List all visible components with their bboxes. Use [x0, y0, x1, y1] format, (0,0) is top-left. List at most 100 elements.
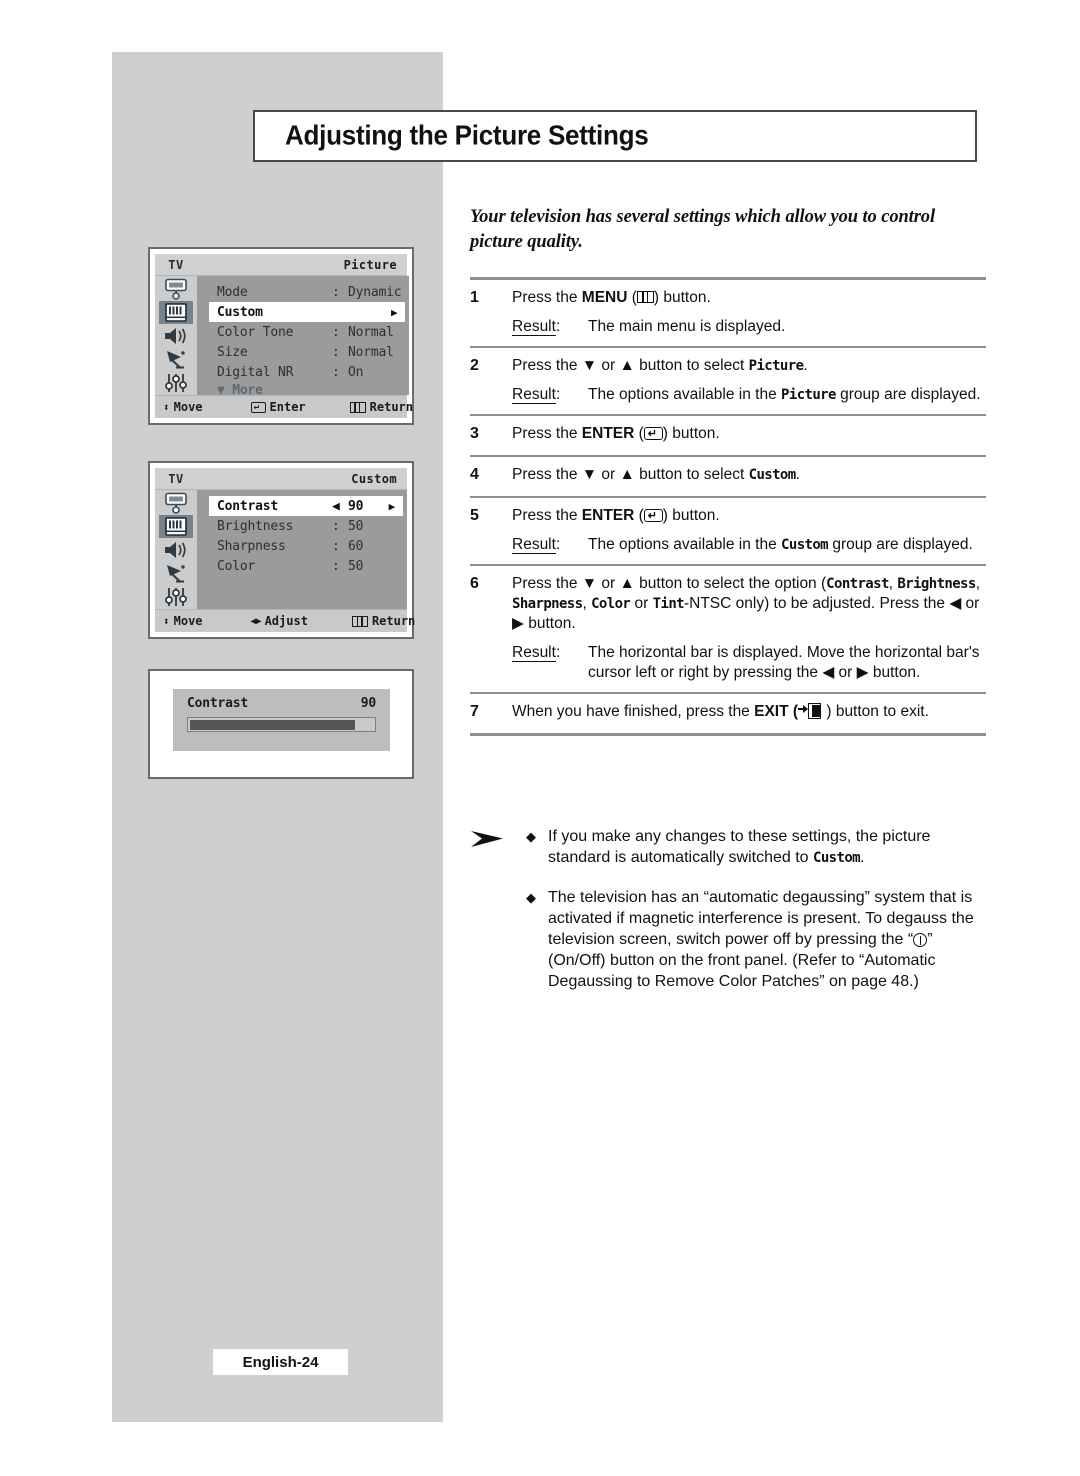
enter-icon: ↵ — [643, 427, 663, 440]
osd-row-colon: : — [332, 558, 340, 574]
step-text-post: button. — [659, 289, 711, 306]
picture-icon[interactable] — [159, 301, 193, 324]
result-label: Result: — [512, 318, 561, 336]
osd-row-color-tone[interactable]: Color Tone : Normal — [197, 322, 409, 342]
menu-icon — [349, 401, 366, 413]
step-text: When you have finished, press the EXIT (… — [512, 703, 929, 720]
enter-button-label: ENTER — [581, 507, 635, 524]
intro-paragraph: Your television has several settings whi… — [470, 207, 935, 252]
step-7: 7 When you have finished, press the EXIT… — [470, 694, 986, 733]
custom-keyword: Custom — [781, 537, 829, 553]
result-row: Result: The options available in the Cus… — [512, 535, 986, 555]
contrast-keyword: Contrast — [826, 576, 889, 592]
step-6: 6 Press the ▼ or ▲ button to select the … — [470, 566, 986, 692]
sound-icon[interactable] — [159, 324, 193, 348]
leftright-arrow-icon: ◀▶ — [250, 615, 262, 627]
osd-row-label: Brightness — [217, 518, 294, 534]
osd-row-colon: : — [332, 518, 340, 534]
chevron-right-icon: ▶ — [390, 305, 398, 319]
step-text-pre: Press the ▼ or ▲ button to select — [512, 357, 749, 374]
enter-button-label: ENTER — [581, 425, 635, 442]
osd-custom-menu: TV Custom Contrast ◀ 90 ▶ Brightness: 5… — [148, 461, 415, 639]
picture-keyword: Picture — [781, 387, 836, 403]
step-number: 3 — [470, 425, 479, 442]
note-text: The television has an “automatic degauss… — [548, 889, 974, 990]
updown-arrow-icon: ⬍ — [163, 614, 170, 628]
osd-row-size[interactable]: Size : Normal — [197, 342, 409, 362]
result-row: Result: The options available in the Pic… — [512, 385, 986, 405]
menu-icon — [351, 615, 368, 627]
color-keyword: Color — [591, 596, 631, 612]
osd-row-digital-nr[interactable]: Digital NR : On — [197, 362, 409, 382]
custom-keyword: Custom — [748, 467, 797, 483]
contrast-bar-value: 90 — [360, 696, 376, 711]
osd-row-sharpness[interactable]: Sharpness : 60 — [197, 536, 407, 556]
setup-icon[interactable] — [159, 585, 193, 609]
updown-arrow-icon: ⬍ — [163, 400, 170, 414]
osd-row-label: Size — [217, 344, 248, 360]
channel-icon[interactable] — [159, 492, 193, 515]
note-text: If you make any changes to these setting… — [548, 828, 931, 866]
osd-row-value: 60 — [348, 538, 364, 554]
contrast-bar-label: Contrast — [187, 696, 249, 711]
tint-keyword: Tint — [652, 596, 685, 612]
step-text-pre: Press the — [512, 507, 582, 524]
osd-tv-label: TV — [168, 471, 184, 486]
osd-row-brightness[interactable]: Brightness : 50 — [197, 516, 407, 536]
channel-icon[interactable] — [159, 278, 193, 301]
osd-return-hint: Return — [349, 400, 413, 414]
result-text: The options available in the Custom grou… — [588, 536, 973, 553]
step-text-pre: Press the — [512, 289, 582, 306]
notes-block: ◆ If you make any changes to these setti… — [470, 826, 986, 1010]
brightness-keyword: Brightness — [897, 576, 976, 592]
diamond-bullet-icon: ◆ — [526, 829, 536, 844]
step-text: Press the ▼ or ▲ button to select Pictur… — [512, 356, 986, 376]
note-arrow-icon — [470, 826, 526, 1010]
step-text: Press the ▼ or ▲ button to select Custom… — [512, 465, 986, 485]
satellite-icon[interactable] — [159, 562, 193, 585]
osd-row-label: Contrast — [217, 498, 279, 514]
step-text-pre: Press the — [512, 425, 582, 442]
satellite-icon[interactable] — [159, 348, 193, 371]
picture-icon[interactable] — [159, 515, 193, 538]
osd-row-colon: : — [332, 538, 340, 554]
osd-row-label: Color — [217, 558, 256, 574]
chevron-left-icon: ◀ — [332, 498, 340, 514]
osd-row-color[interactable]: Color : 50 — [197, 556, 407, 576]
note-item: ◆ If you make any changes to these setti… — [526, 826, 986, 869]
page-title-box: Adjusting the Picture Settings — [253, 110, 977, 162]
osd-row-label: Mode — [217, 284, 248, 300]
step-number: 5 — [470, 507, 479, 524]
osd-row-mode[interactable]: Mode : Dynamic — [197, 282, 409, 302]
page-footer-box: English-24 — [213, 1349, 348, 1375]
osd-row-colon: : — [332, 324, 340, 340]
osd-row-label: Color Tone — [217, 324, 294, 340]
note-item: ◆ The television has an “automatic degau… — [526, 887, 986, 992]
osd-row-value: Normal — [348, 344, 394, 360]
step-number: 2 — [470, 357, 479, 374]
osd-move-label: Move — [173, 614, 203, 628]
step-5: 5 Press the ENTER (↵) button. Result: Th… — [470, 498, 986, 564]
step-text-post: . — [803, 357, 808, 374]
sharpness-keyword: Sharpness — [512, 596, 583, 612]
setup-icon[interactable] — [159, 371, 193, 395]
result-text: The horizontal bar is displayed. Move th… — [588, 644, 980, 681]
osd-row-label: Custom — [217, 304, 263, 320]
step-number: 7 — [470, 703, 479, 720]
power-icon — [913, 933, 928, 947]
osd-row-custom[interactable]: Custom ▶ — [209, 302, 406, 322]
osd-row-contrast[interactable]: Contrast ◀ 90 ▶ — [209, 496, 403, 516]
step-text-post: . — [795, 466, 800, 483]
osd-adjust-hint: ◀▶ Adjust — [251, 614, 308, 628]
osd-custom-title: Custom — [351, 471, 397, 486]
exit-button-label: EXIT ( — [754, 703, 799, 720]
osd-row-value: Normal — [348, 324, 394, 340]
result-row: Result: The main menu is displayed. — [512, 317, 986, 337]
contrast-slider-track[interactable] — [187, 717, 376, 732]
osd-move-hint: ⬍ Move — [163, 614, 203, 628]
osd-tv-label: TV — [168, 257, 184, 272]
sound-icon[interactable] — [159, 538, 193, 562]
osd-row-colon: : — [332, 284, 340, 300]
osd-picture-footer: ⬍ Move ↵ Enter Return — [155, 395, 413, 418]
osd-more-indicator[interactable]: ▼ More — [197, 382, 409, 398]
